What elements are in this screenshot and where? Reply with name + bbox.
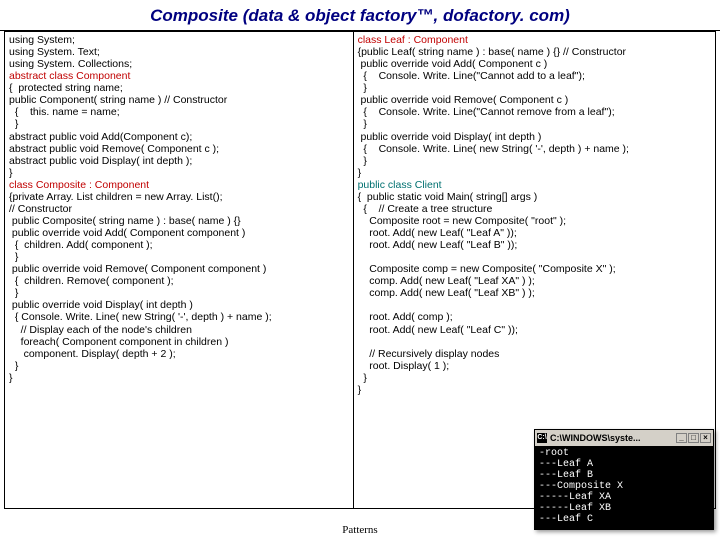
code-line bbox=[358, 299, 711, 311]
code-line: } bbox=[358, 384, 711, 396]
console-line: -----Leaf XB bbox=[539, 503, 709, 514]
code-line: } bbox=[358, 372, 711, 384]
code-line: using System. Text; bbox=[9, 46, 349, 58]
code-line: public Composite( string name ) : base( … bbox=[9, 215, 349, 227]
code-line: root. Add( comp ); bbox=[358, 311, 711, 323]
code-line: } bbox=[9, 251, 349, 263]
code-line: public override void Display( int depth … bbox=[358, 131, 711, 143]
code-line: component. Display( depth + 2 ); bbox=[9, 348, 349, 360]
code-line: Composite root = new Composite( "root" )… bbox=[358, 215, 711, 227]
code-line: abstract public void Display( int depth … bbox=[9, 155, 349, 167]
code-line: root. Add( new Leaf( "Leaf A" )); bbox=[358, 227, 711, 239]
code-line: public class Client bbox=[358, 179, 711, 191]
code-line: comp. Add( new Leaf( "Leaf XB" ) ); bbox=[358, 287, 711, 299]
code-line: public override void Add( Component comp… bbox=[9, 227, 349, 239]
code-line: public Component( string name ) // Const… bbox=[9, 94, 349, 106]
code-line: { Console. Write. Line( new String( '-',… bbox=[358, 143, 711, 155]
code-line: class Leaf : Component bbox=[358, 34, 711, 46]
code-line: } bbox=[358, 82, 711, 94]
code-line: root. Add( new Leaf( "Leaf B" )); bbox=[358, 239, 711, 251]
code-line: // Constructor bbox=[9, 203, 349, 215]
minimize-button[interactable]: _ bbox=[676, 433, 687, 443]
code-line: public override void Remove( Component c… bbox=[9, 263, 349, 275]
code-line: { protected string name; bbox=[9, 82, 349, 94]
code-line: } bbox=[9, 360, 349, 372]
code-line: {public Leaf( string name ) : base( name… bbox=[358, 46, 711, 58]
code-line: } bbox=[358, 155, 711, 167]
code-line: { public static void Main( string[] args… bbox=[358, 191, 711, 203]
code-line: { // Create a tree structure bbox=[358, 203, 711, 215]
code-line: { children. Add( component ); bbox=[9, 239, 349, 251]
code-line: comp. Add( new Leaf( "Leaf XA" ) ); bbox=[358, 275, 711, 287]
code-line: } bbox=[9, 167, 349, 179]
console-title: C:\WINDOWS\syste... bbox=[550, 433, 641, 443]
code-line: abstract public void Add(Component c); bbox=[9, 131, 349, 143]
console-titlebar[interactable]: C:\ C:\WINDOWS\syste... _ □ × bbox=[535, 430, 713, 446]
code-line: abstract public void Remove( Component c… bbox=[9, 143, 349, 155]
code-line: class Composite : Component bbox=[9, 179, 349, 191]
code-line: } bbox=[9, 118, 349, 130]
code-line: public override void Remove( Component c… bbox=[358, 94, 711, 106]
console-line: ---Leaf B bbox=[539, 470, 709, 481]
code-line: { children. Remove( component ); bbox=[9, 275, 349, 287]
left-column: using System; using System. Text; using … bbox=[5, 32, 354, 508]
code-line: using System. Collections; bbox=[9, 58, 349, 70]
code-line: Composite comp = new Composite( "Composi… bbox=[358, 263, 711, 275]
console-line: -----Leaf XA bbox=[539, 492, 709, 503]
console-line: ---Composite X bbox=[539, 481, 709, 492]
code-line: root. Display( 1 ); bbox=[358, 360, 711, 372]
console-body: -root ---Leaf A ---Leaf B ---Composite X… bbox=[535, 446, 713, 529]
code-line bbox=[358, 251, 711, 263]
console-window: C:\ C:\WINDOWS\syste... _ □ × -root ---L… bbox=[534, 429, 714, 530]
console-line: -root bbox=[539, 448, 709, 459]
close-button[interactable]: × bbox=[700, 433, 711, 443]
code-line: } bbox=[358, 167, 711, 179]
code-line: } bbox=[358, 118, 711, 130]
code-line: public override void Display( int depth … bbox=[9, 299, 349, 311]
code-line: root. Add( new Leaf( "Leaf C" )); bbox=[358, 324, 711, 336]
slide-title: Composite (data & object factory™, dofac… bbox=[0, 0, 720, 31]
code-line: { Console. Write. Line("Cannot add to a … bbox=[358, 70, 711, 82]
maximize-button[interactable]: □ bbox=[688, 433, 699, 443]
code-line: // Recursively display nodes bbox=[358, 348, 711, 360]
console-line: ---Leaf C bbox=[539, 514, 709, 525]
code-line: { Console. Write. Line( new String( '-',… bbox=[9, 311, 349, 323]
code-line: using System; bbox=[9, 34, 349, 46]
code-line bbox=[358, 336, 711, 348]
cmd-icon: C:\ bbox=[537, 433, 547, 443]
code-line: foreach( Component component in children… bbox=[9, 336, 349, 348]
code-line: } bbox=[9, 287, 349, 299]
code-line: } bbox=[9, 372, 349, 384]
code-line: { this. name = name; bbox=[9, 106, 349, 118]
code-line: // Display each of the node's children bbox=[9, 324, 349, 336]
code-line: public override void Add( Component c ) bbox=[358, 58, 711, 70]
console-line: ---Leaf A bbox=[539, 459, 709, 470]
code-line: abstract class Component bbox=[9, 70, 349, 82]
code-line: {private Array. List children = new Arra… bbox=[9, 191, 349, 203]
code-line: { Console. Write. Line("Cannot remove fr… bbox=[358, 106, 711, 118]
